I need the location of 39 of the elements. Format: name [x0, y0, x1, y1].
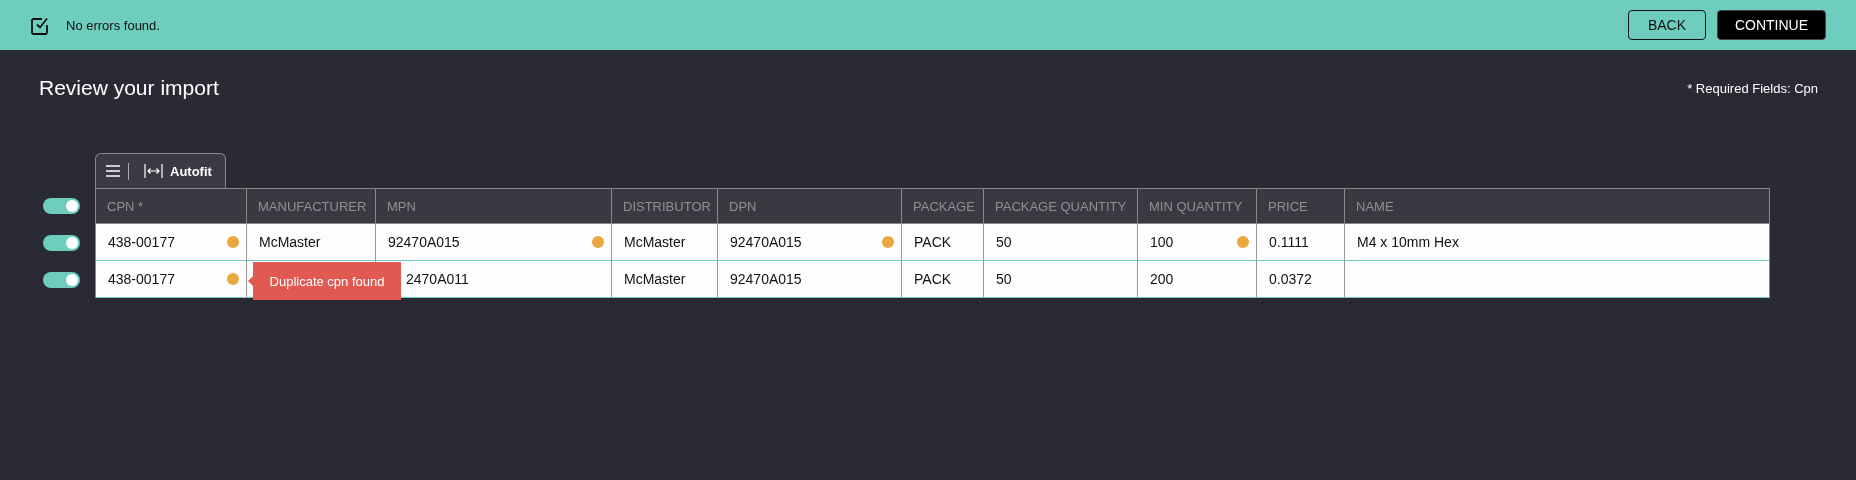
column-header[interactable]: PRICE: [1256, 189, 1344, 224]
table-cell: 438-00177: [96, 224, 246, 261]
error-tooltip: Duplicate cpn found: [248, 262, 401, 300]
table-cell: McMaster: [611, 224, 717, 261]
column-header[interactable]: PACKAGE QUANTITY: [983, 189, 1137, 224]
autofit-button[interactable]: Autofit: [139, 163, 212, 179]
table-cell: M4 x 10mm Hex: [1344, 224, 1769, 261]
column-header[interactable]: CPN *: [96, 189, 246, 224]
table-cell: 50: [983, 261, 1137, 298]
table-cell: McMaster: [611, 261, 717, 298]
back-button[interactable]: BACK: [1628, 10, 1706, 40]
table-cell: 92470A015: [717, 261, 901, 298]
column-header[interactable]: MPN: [375, 189, 611, 224]
toggle-switch[interactable]: [43, 198, 80, 214]
page-title: Review your import: [39, 76, 219, 100]
column-header[interactable]: DISTRIBUTOR: [611, 189, 717, 224]
continue-button[interactable]: CONTINUE: [1717, 10, 1826, 40]
column-header[interactable]: DPN: [717, 189, 901, 224]
required-fields-note: * Required Fields: Cpn: [1687, 81, 1818, 96]
autofit-icon: [144, 164, 163, 178]
column-header[interactable]: NAME: [1344, 189, 1769, 224]
table-cell: 0.1111: [1256, 224, 1344, 261]
toggle-switch[interactable]: [43, 272, 80, 288]
table-cell: PACK: [901, 224, 983, 261]
table-cell: 50: [983, 224, 1137, 261]
checkbox-checked-icon: [31, 15, 50, 35]
menu-icon[interactable]: [106, 165, 120, 177]
table-cell: 200: [1137, 261, 1256, 298]
column-header[interactable]: MANUFACTURER: [246, 189, 375, 224]
table-cell: 100: [1137, 224, 1256, 261]
table-cell: 0.0372: [1256, 261, 1344, 298]
column-header[interactable]: MIN QUANTITY: [1137, 189, 1256, 224]
table-cell: 92470A015: [717, 224, 901, 261]
toggle-switch[interactable]: [43, 235, 80, 251]
table-cell: McMaster: [246, 224, 375, 261]
table-cell: PACK: [901, 261, 983, 298]
table-cell: 92470A015: [375, 224, 611, 261]
column-header[interactable]: PACKAGE: [901, 189, 983, 224]
status-message: No errors found.: [66, 17, 160, 33]
